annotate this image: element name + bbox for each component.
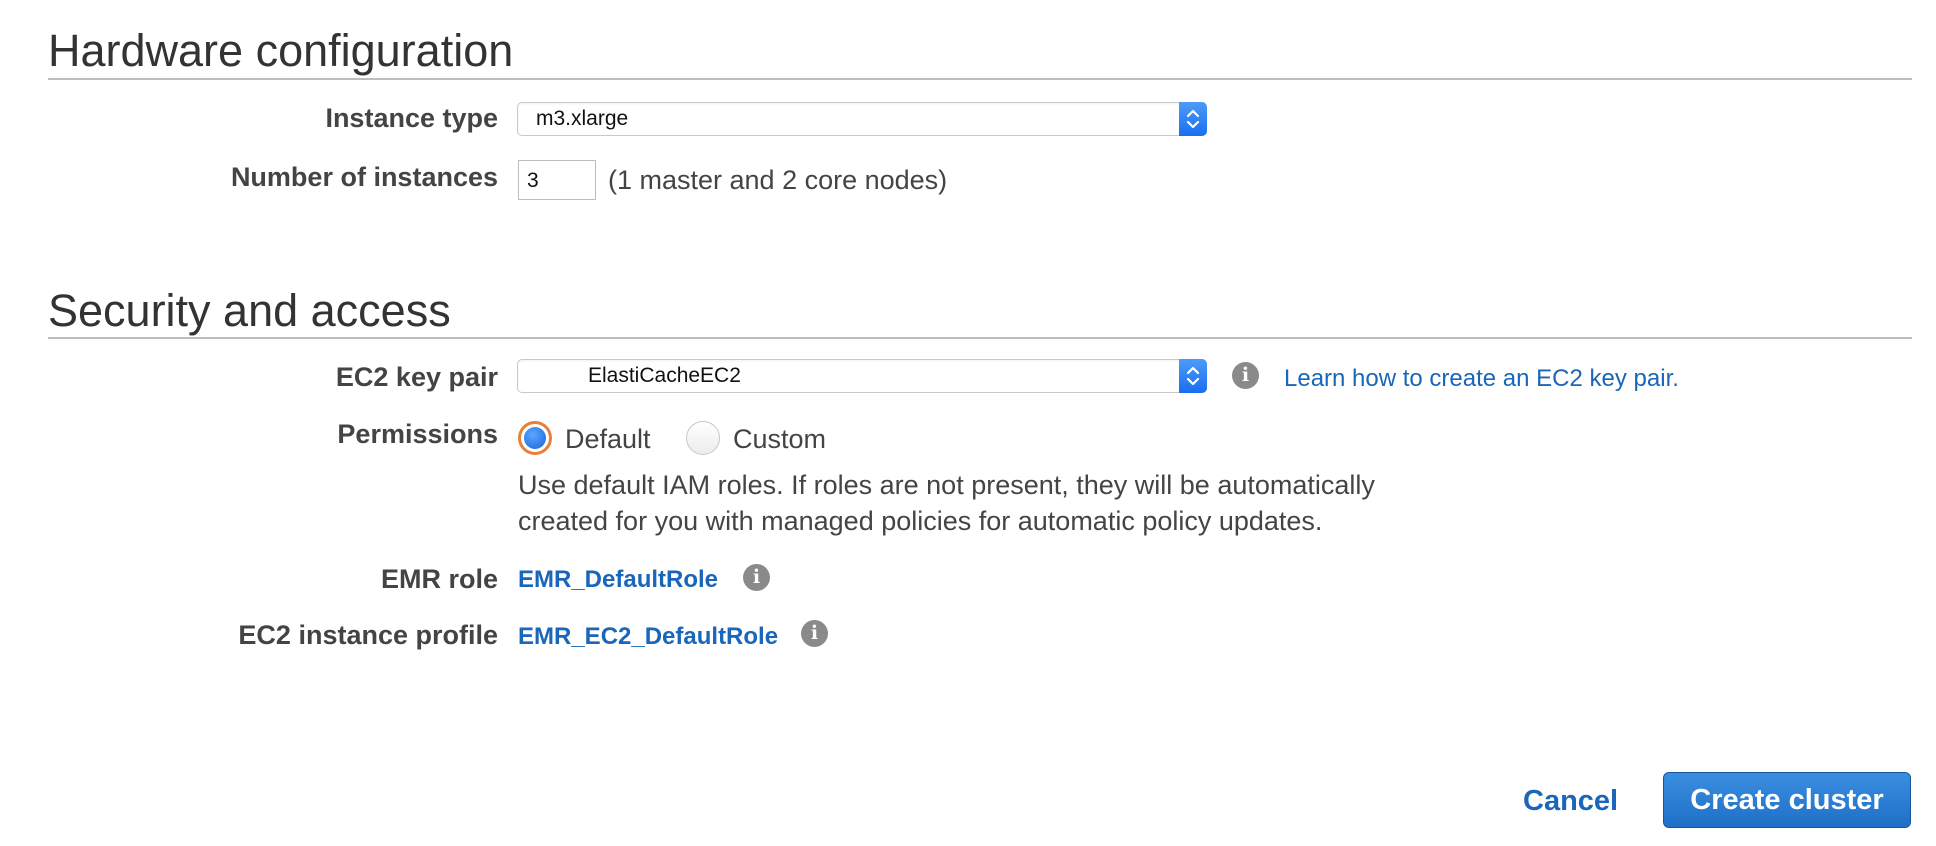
ec2-instance-profile-label: EC2 instance profile (238, 620, 498, 650)
permissions-custom-radio[interactable] (686, 421, 720, 455)
instances-count-input[interactable]: 3 (518, 160, 596, 200)
hardware-section-title: Hardware configuration (48, 25, 514, 76)
ec2-instance-profile-link[interactable]: EMR_EC2_DefaultRole (518, 625, 778, 649)
create-cluster-button[interactable]: Create cluster (1663, 772, 1911, 828)
instance-type-value: m3.xlarge (536, 107, 629, 130)
ec2-key-pair-value: ElastiCacheEC2 (588, 364, 741, 387)
info-icon[interactable]: i (1232, 362, 1259, 389)
permissions-label: Permissions (337, 419, 498, 449)
info-icon[interactable]: i (801, 620, 828, 647)
emr-role-label: EMR role (380, 564, 498, 594)
cancel-button[interactable]: Cancel (1523, 787, 1618, 816)
select-stepper-icon (1179, 102, 1207, 136)
instance-type-label: Instance type (325, 103, 498, 133)
ec2-key-pair-label: EC2 key pair (335, 362, 498, 392)
instances-note: (1 master and 2 core nodes) (608, 165, 948, 195)
permissions-default-label[interactable]: Default (565, 426, 651, 453)
ec2-key-pair-select[interactable]: ElastiCacheEC2 (517, 359, 1207, 393)
hardware-section-divider (48, 78, 1912, 80)
security-section-divider (48, 337, 1912, 339)
instances-label: Number of instances (230, 162, 498, 192)
permissions-default-radio[interactable] (518, 421, 552, 455)
select-stepper-icon (1179, 359, 1207, 393)
permissions-description-line1: Use default IAM roles. If roles are not … (518, 470, 1375, 500)
learn-key-pair-link[interactable]: Learn how to create an EC2 key pair. (1284, 367, 1679, 391)
permissions-description-line2: created for you with managed policies fo… (518, 506, 1323, 536)
permissions-custom-label[interactable]: Custom (733, 426, 826, 453)
security-section-title: Security and access (48, 285, 451, 336)
instance-type-select[interactable]: m3.xlarge (517, 102, 1207, 136)
radio-selected-dot (524, 427, 546, 449)
info-icon[interactable]: i (743, 564, 770, 591)
emr-role-link[interactable]: EMR_DefaultRole (518, 568, 718, 592)
